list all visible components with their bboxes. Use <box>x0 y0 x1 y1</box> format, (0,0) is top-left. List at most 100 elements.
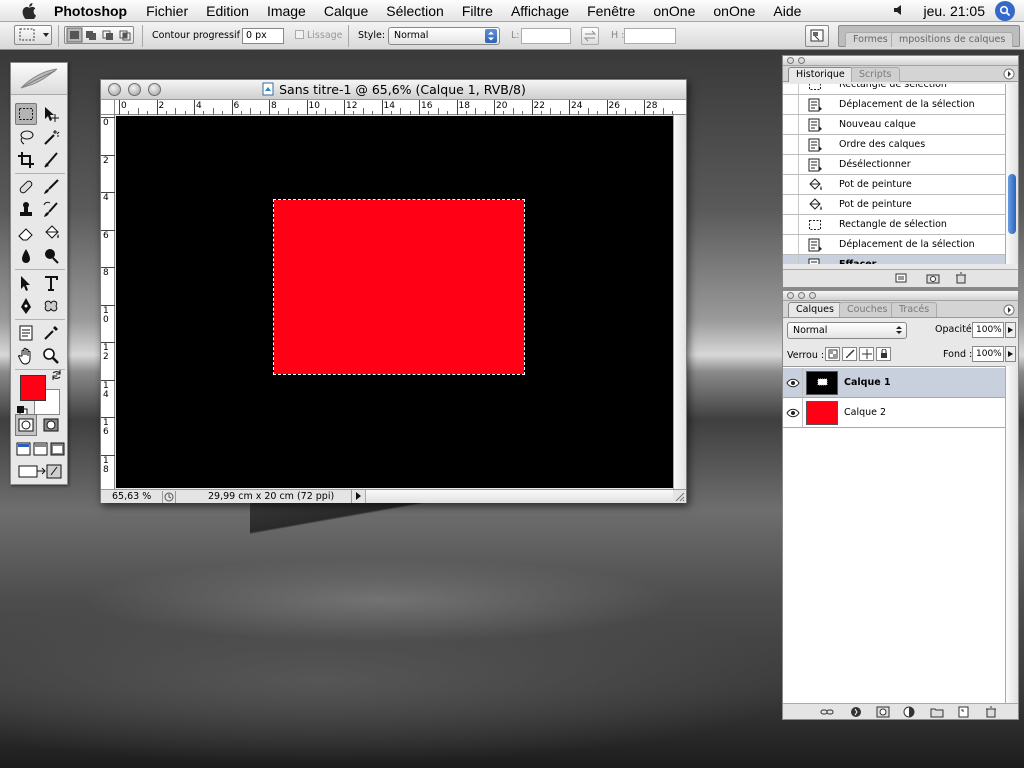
lasso-icon[interactable] <box>15 126 37 148</box>
fill-input[interactable]: 100% <box>972 346 1004 362</box>
history-panel-titlebar[interactable] <box>783 56 1018 66</box>
lock-pixels-icon[interactable] <box>842 347 857 361</box>
history-collapse-button[interactable] <box>798 57 805 64</box>
dodge-icon[interactable] <box>40 245 62 267</box>
tab-scripts[interactable]: Scripts <box>851 67 900 82</box>
history-snapshot-checkbox[interactable] <box>783 135 799 154</box>
zoom-window-button[interactable] <box>148 83 161 96</box>
move-tool-icon[interactable] <box>40 103 62 125</box>
delete-layer-icon[interactable] <box>983 705 998 719</box>
history-item[interactable]: Déplacement de la sélection <box>783 95 1005 115</box>
selection-mode-group[interactable] <box>64 26 134 44</box>
tab-calques[interactable]: Calques <box>788 302 842 317</box>
history-snapshot-checkbox[interactable] <box>783 115 799 134</box>
layers-scrollbar[interactable] <box>1005 366 1018 706</box>
eraser-icon[interactable] <box>15 222 37 244</box>
paint-bucket-icon[interactable] <box>40 222 62 244</box>
style-select[interactable]: Normal <box>388 27 500 45</box>
layer-row[interactable]: Calque 1 <box>783 368 1005 398</box>
menu-aide[interactable]: Aide <box>764 3 810 19</box>
layers-collapse-button[interactable] <box>798 292 805 299</box>
layer-row[interactable]: Calque 2 <box>783 398 1005 428</box>
slice-icon[interactable] <box>40 149 62 171</box>
menu-clock[interactable]: jeu. 21:05 <box>924 3 986 19</box>
camera-snapshot-icon[interactable] <box>925 271 940 285</box>
pen-icon[interactable] <box>15 295 37 317</box>
history-snapshot-checkbox[interactable] <box>783 235 799 254</box>
feather-logo-icon[interactable] <box>11 63 67 95</box>
zoom-icon[interactable] <box>40 345 62 367</box>
menu-edition[interactable]: Edition <box>197 3 258 19</box>
history-item[interactable]: Nouveau calque <box>783 115 1005 135</box>
status-icon[interactable] <box>162 491 176 503</box>
layer-style-icon[interactable] <box>849 705 864 719</box>
screen-mode-group[interactable] <box>14 438 66 460</box>
history-item[interactable]: Pot de peinture <box>783 195 1005 215</box>
imageready-jump-icon[interactable] <box>14 460 66 482</box>
history-snapshot-checkbox[interactable] <box>783 84 799 94</box>
layers-close-button[interactable] <box>787 292 794 299</box>
lock-all-icon[interactable] <box>876 347 891 361</box>
tab-couches[interactable]: Couches <box>839 302 896 317</box>
trash-icon[interactable] <box>953 271 968 285</box>
layer-visibility-eye-icon[interactable] <box>783 368 803 397</box>
layers-zoom-button[interactable] <box>809 292 816 299</box>
new-group-icon[interactable] <box>929 705 944 719</box>
swap-dimensions-button[interactable] <box>581 27 599 45</box>
vertical-scrollbar[interactable] <box>673 115 686 489</box>
document-proxy-icon[interactable] <box>261 82 275 102</box>
custom-shape-icon[interactable] <box>40 295 62 317</box>
minimize-window-button[interactable] <box>128 83 141 96</box>
tab-traces[interactable]: Tracés <box>891 302 938 317</box>
menu-selection[interactable]: Sélection <box>377 3 453 19</box>
lock-transparency-icon[interactable] <box>825 347 840 361</box>
document-title-bar[interactable]: Sans titre-1 @ 65,6% (Calque 1, RVB/8) <box>101 80 686 100</box>
hand-icon[interactable] <box>15 345 37 367</box>
blend-mode-select[interactable]: Normal <box>787 322 907 339</box>
history-item[interactable]: Rectangle de sélection <box>783 215 1005 235</box>
horizontal-scrollbar[interactable] <box>365 490 673 503</box>
tab-historique[interactable]: Historique <box>788 67 853 82</box>
spotlight-icon[interactable] <box>995 1 1015 21</box>
history-scrollbar[interactable] <box>1005 84 1018 264</box>
crop-icon[interactable] <box>15 149 37 171</box>
standard-mode-icon[interactable] <box>15 414 37 436</box>
layer-name[interactable]: Calque 2 <box>844 407 886 418</box>
brush-icon[interactable] <box>40 176 62 198</box>
notes-icon[interactable] <box>15 322 37 344</box>
history-snapshot-checkbox[interactable] <box>783 175 799 194</box>
status-menu-arrow-icon[interactable] <box>351 490 365 503</box>
history-item[interactable]: Rectangle de sélection <box>783 84 1005 95</box>
tool-preset-picker[interactable] <box>14 25 52 45</box>
antialias-checkbox[interactable]: Lissage <box>295 30 343 42</box>
fill-slider-arrow-icon[interactable] <box>1005 346 1016 362</box>
quick-mask-icon[interactable] <box>40 414 62 436</box>
layers-menu-icon[interactable] <box>1003 304 1015 319</box>
layer-visibility-eye-icon[interactable] <box>783 398 803 427</box>
feather-input[interactable]: 0 px <box>242 28 284 44</box>
adjustment-layer-icon[interactable] <box>902 705 917 719</box>
history-scroll-thumb[interactable] <box>1008 174 1016 234</box>
history-snapshot-checkbox[interactable] <box>783 195 799 214</box>
height-input[interactable] <box>624 28 676 44</box>
snapshot-document-icon[interactable] <box>893 271 908 285</box>
menu-app-photoshop[interactable]: Photoshop <box>42 3 137 19</box>
layers-panel-titlebar[interactable] <box>783 291 1018 301</box>
link-layers-icon[interactable] <box>819 705 834 719</box>
menu-affichage[interactable]: Affichage <box>502 3 578 19</box>
type-tool-icon[interactable] <box>40 272 62 294</box>
history-snapshot-checkbox[interactable] <box>783 95 799 114</box>
healing-brush-icon[interactable] <box>15 176 37 198</box>
ruler-origin[interactable] <box>101 100 115 115</box>
history-item[interactable]: Effacer <box>783 255 1005 264</box>
horizontal-ruler[interactable]: 0 2 4 6 8 10 12 14 16 18 20 22 24 26 28 <box>115 100 686 115</box>
menu-fenetre[interactable]: Fenêtre <box>578 3 644 19</box>
layer-thumbnail[interactable] <box>806 370 838 395</box>
path-selection-icon[interactable] <box>15 272 37 294</box>
history-item[interactable]: Désélectionner <box>783 155 1005 175</box>
history-item[interactable]: Pot de peinture <box>783 175 1005 195</box>
menu-image[interactable]: Image <box>258 3 315 19</box>
history-snapshot-checkbox[interactable] <box>783 215 799 234</box>
swap-colors-icon[interactable] <box>51 369 63 384</box>
history-close-button[interactable] <box>787 57 794 64</box>
